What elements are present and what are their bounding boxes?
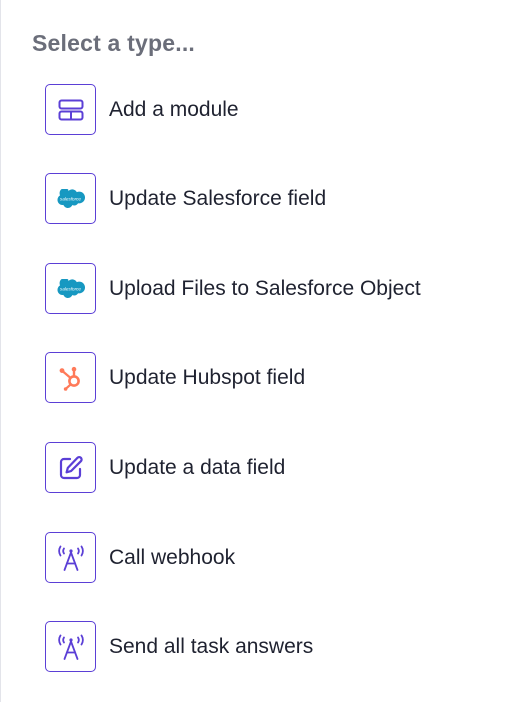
option-add-module[interactable]: Add a module: [45, 84, 485, 135]
salesforce-icon: salesforce: [45, 173, 96, 224]
hubspot-icon: [45, 352, 96, 403]
webhook-icon: [45, 621, 96, 672]
salesforce-icon: salesforce: [45, 263, 96, 314]
webhook-icon: [45, 532, 96, 583]
option-send-all-task-answers[interactable]: Send all task answers: [45, 621, 485, 672]
module-icon: [45, 84, 96, 135]
option-label: Send all task answers: [109, 634, 314, 658]
option-update-data-field[interactable]: Update a data field: [45, 442, 485, 493]
option-label: Update Hubspot field: [109, 365, 306, 389]
option-upload-files-salesforce[interactable]: salesforce Upload Files to Salesforce Ob…: [45, 263, 485, 314]
option-label: Add a module: [109, 97, 239, 121]
option-update-hubspot-field[interactable]: Update Hubspot field: [45, 352, 485, 403]
option-update-salesforce-field[interactable]: salesforce Update Salesforce field: [45, 173, 485, 224]
option-label: Call webhook: [109, 545, 236, 569]
type-selector-panel: Select a type... Add a module salesforce…: [0, 0, 508, 702]
option-label: Update Salesforce field: [109, 186, 327, 210]
option-label: Upload Files to Salesforce Object: [109, 276, 421, 300]
edit-icon: [45, 442, 96, 493]
option-call-webhook[interactable]: Call webhook: [45, 532, 485, 583]
svg-text:salesforce: salesforce: [60, 286, 81, 291]
panel-heading: Select a type...: [32, 30, 195, 56]
svg-text:salesforce: salesforce: [60, 196, 81, 201]
option-label: Update a data field: [109, 455, 286, 479]
